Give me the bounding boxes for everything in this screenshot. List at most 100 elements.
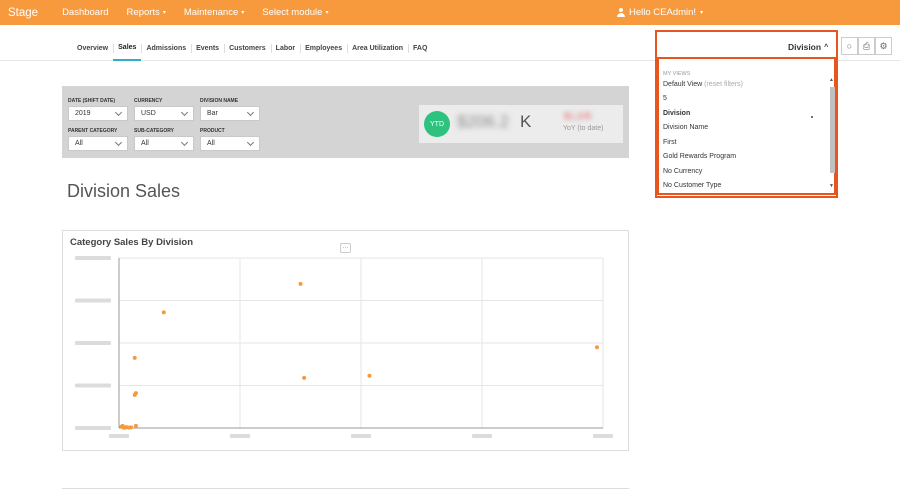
sub-category-label: SUB-CATEGORY xyxy=(134,128,174,134)
chart-ticks xyxy=(75,256,613,438)
yoy-label: YoY (to date) xyxy=(563,125,604,132)
view-item-5[interactable]: 5 xyxy=(663,95,667,102)
toolbar-icons: ○ ⎙ ⚙ xyxy=(841,37,892,55)
currency-filter-label: CURRENCY xyxy=(134,98,163,104)
tab-labor[interactable]: Labor xyxy=(270,36,300,61)
view-item-default[interactable]: Default View (reset filters) xyxy=(663,81,743,88)
gear-icon: ⚙ xyxy=(879,40,888,51)
user-greeting: Hello CEAdmin! xyxy=(629,7,697,18)
sub-category-select[interactable]: All xyxy=(134,136,194,151)
scatter-point[interactable] xyxy=(132,355,137,360)
tab-events[interactable]: Events xyxy=(191,36,224,61)
caret-down-icon: ▾ xyxy=(162,10,166,16)
scatter-point[interactable] xyxy=(298,281,303,286)
view-item-first[interactable]: First xyxy=(663,139,677,146)
division-filter-value: Bar xyxy=(207,110,218,117)
print-button[interactable]: ⎙ xyxy=(858,37,875,55)
chart-points xyxy=(119,281,599,430)
yoy-value: $1,105 xyxy=(564,111,592,121)
x-tick-label xyxy=(593,434,613,438)
y-tick-label xyxy=(75,298,111,303)
scroll-down-icon[interactable]: ▼ xyxy=(829,183,834,189)
x-tick-label xyxy=(109,434,129,438)
parent-category-label: PARENT CATEGORY xyxy=(68,128,118,134)
scatter-point[interactable] xyxy=(367,373,372,378)
currency-filter-value: USD xyxy=(141,110,156,117)
date-filter-select[interactable]: 2019 xyxy=(68,106,128,121)
ytd-badge: YTD xyxy=(424,111,450,137)
tab-sales[interactable]: Sales xyxy=(113,36,142,61)
parent-category-select[interactable]: All xyxy=(68,136,128,151)
report-tabs: Overview Sales Admissions Events Custome… xyxy=(72,36,432,61)
ytd-kpi-card: YTD $206.2 K $1,105 YoY (to date) xyxy=(419,105,623,143)
caret-down-icon: ▾ xyxy=(241,10,245,16)
nav-reports[interactable]: Reports ▾ xyxy=(127,7,166,18)
y-tick-label xyxy=(75,426,111,430)
tab-customers[interactable]: Customers xyxy=(224,36,271,61)
my-views-dropdown: MY VIEWS Default View (reset filters) 5 … xyxy=(657,57,836,195)
tab-employees[interactable]: Employees xyxy=(300,36,347,61)
my-views-heading: MY VIEWS xyxy=(663,71,691,77)
chevron-down-icon xyxy=(246,138,255,146)
currency-filter-select[interactable]: USD xyxy=(134,106,194,121)
tab-area-utilization[interactable]: Area Utilization xyxy=(347,36,408,61)
division-filter-label: DIVISION NAME xyxy=(200,98,239,104)
view-item-no-currency[interactable]: No Currency xyxy=(663,168,702,175)
chevron-down-icon xyxy=(114,108,123,116)
nav-select-module[interactable]: Select module ▾ xyxy=(262,7,328,18)
nav-reports-label: Reports xyxy=(126,7,160,18)
nav-dashboard[interactable]: Dashboard xyxy=(62,7,108,18)
tab-faq[interactable]: FAQ xyxy=(408,36,432,61)
date-filter-value: 2019 xyxy=(75,110,91,117)
scrollbar-thumb[interactable] xyxy=(830,87,835,173)
division-filter-select[interactable]: Bar xyxy=(200,106,260,121)
scatter-point[interactable] xyxy=(302,375,307,380)
product-filter-value: All xyxy=(207,140,215,147)
nav-dashboard-label: Dashboard xyxy=(62,7,109,18)
parent-category-value: All xyxy=(75,140,83,147)
chevron-down-icon xyxy=(180,138,189,146)
category-sales-chart-card: Category Sales By Division ··· xyxy=(62,230,629,451)
chevron-down-icon xyxy=(246,108,255,116)
view-item-division[interactable]: Division xyxy=(663,110,690,117)
view-item-default-label: Default View xyxy=(663,81,703,88)
scroll-up-icon[interactable]: ▲ xyxy=(829,77,834,83)
chat-icon: ○ xyxy=(846,41,853,51)
product-filter-select[interactable]: All xyxy=(200,136,260,151)
page-title: Division Sales xyxy=(67,181,181,201)
nav-maintenance-label: Maintenance xyxy=(183,7,239,18)
y-tick-label xyxy=(75,341,111,345)
caret-down-icon: ▾ xyxy=(325,10,329,16)
user-icon xyxy=(617,8,625,17)
y-tick-label xyxy=(75,256,111,260)
y-tick-label xyxy=(75,383,111,388)
caret-down-icon: ▾ xyxy=(700,10,704,16)
brand-logo[interactable]: Stage xyxy=(8,7,38,19)
dropdown-scrollbar[interactable]: ▲ ▼ xyxy=(829,77,835,191)
chart-grid xyxy=(118,257,604,429)
view-item-no-customer-type[interactable]: No Customer Type xyxy=(663,182,721,189)
view-item-default-hint[interactable]: (reset filters) xyxy=(704,81,743,88)
scatter-point[interactable] xyxy=(133,423,138,428)
scatter-point[interactable] xyxy=(594,345,599,350)
scatter-plot xyxy=(75,256,613,438)
tab-admissions[interactable]: Admissions xyxy=(141,36,191,61)
print-icon: ⎙ xyxy=(862,40,871,51)
sub-category-value: All xyxy=(141,140,149,147)
ytd-unit: K xyxy=(520,112,532,131)
product-filter-label: PRODUCT xyxy=(200,128,225,134)
x-tick-label xyxy=(230,434,250,438)
user-menu[interactable]: Hello CEAdmin! ▾ xyxy=(617,0,703,25)
scatter-point[interactable] xyxy=(132,392,137,397)
settings-button[interactable]: ⚙ xyxy=(875,37,892,55)
scatter-point[interactable] xyxy=(123,425,128,430)
tab-overview[interactable]: Overview xyxy=(72,36,113,61)
date-filter-label: DATE (SHIFT DATE) xyxy=(68,98,116,104)
view-item-gold-rewards[interactable]: Gold Rewards Program xyxy=(663,153,736,160)
scatter-point[interactable] xyxy=(161,310,166,315)
scatter-point[interactable] xyxy=(129,425,134,430)
chat-button[interactable]: ○ xyxy=(841,37,858,55)
nav-select-module-label: Select module xyxy=(262,7,323,18)
view-item-division-name[interactable]: Division Name xyxy=(663,124,708,131)
nav-maintenance[interactable]: Maintenance ▾ xyxy=(184,7,244,18)
